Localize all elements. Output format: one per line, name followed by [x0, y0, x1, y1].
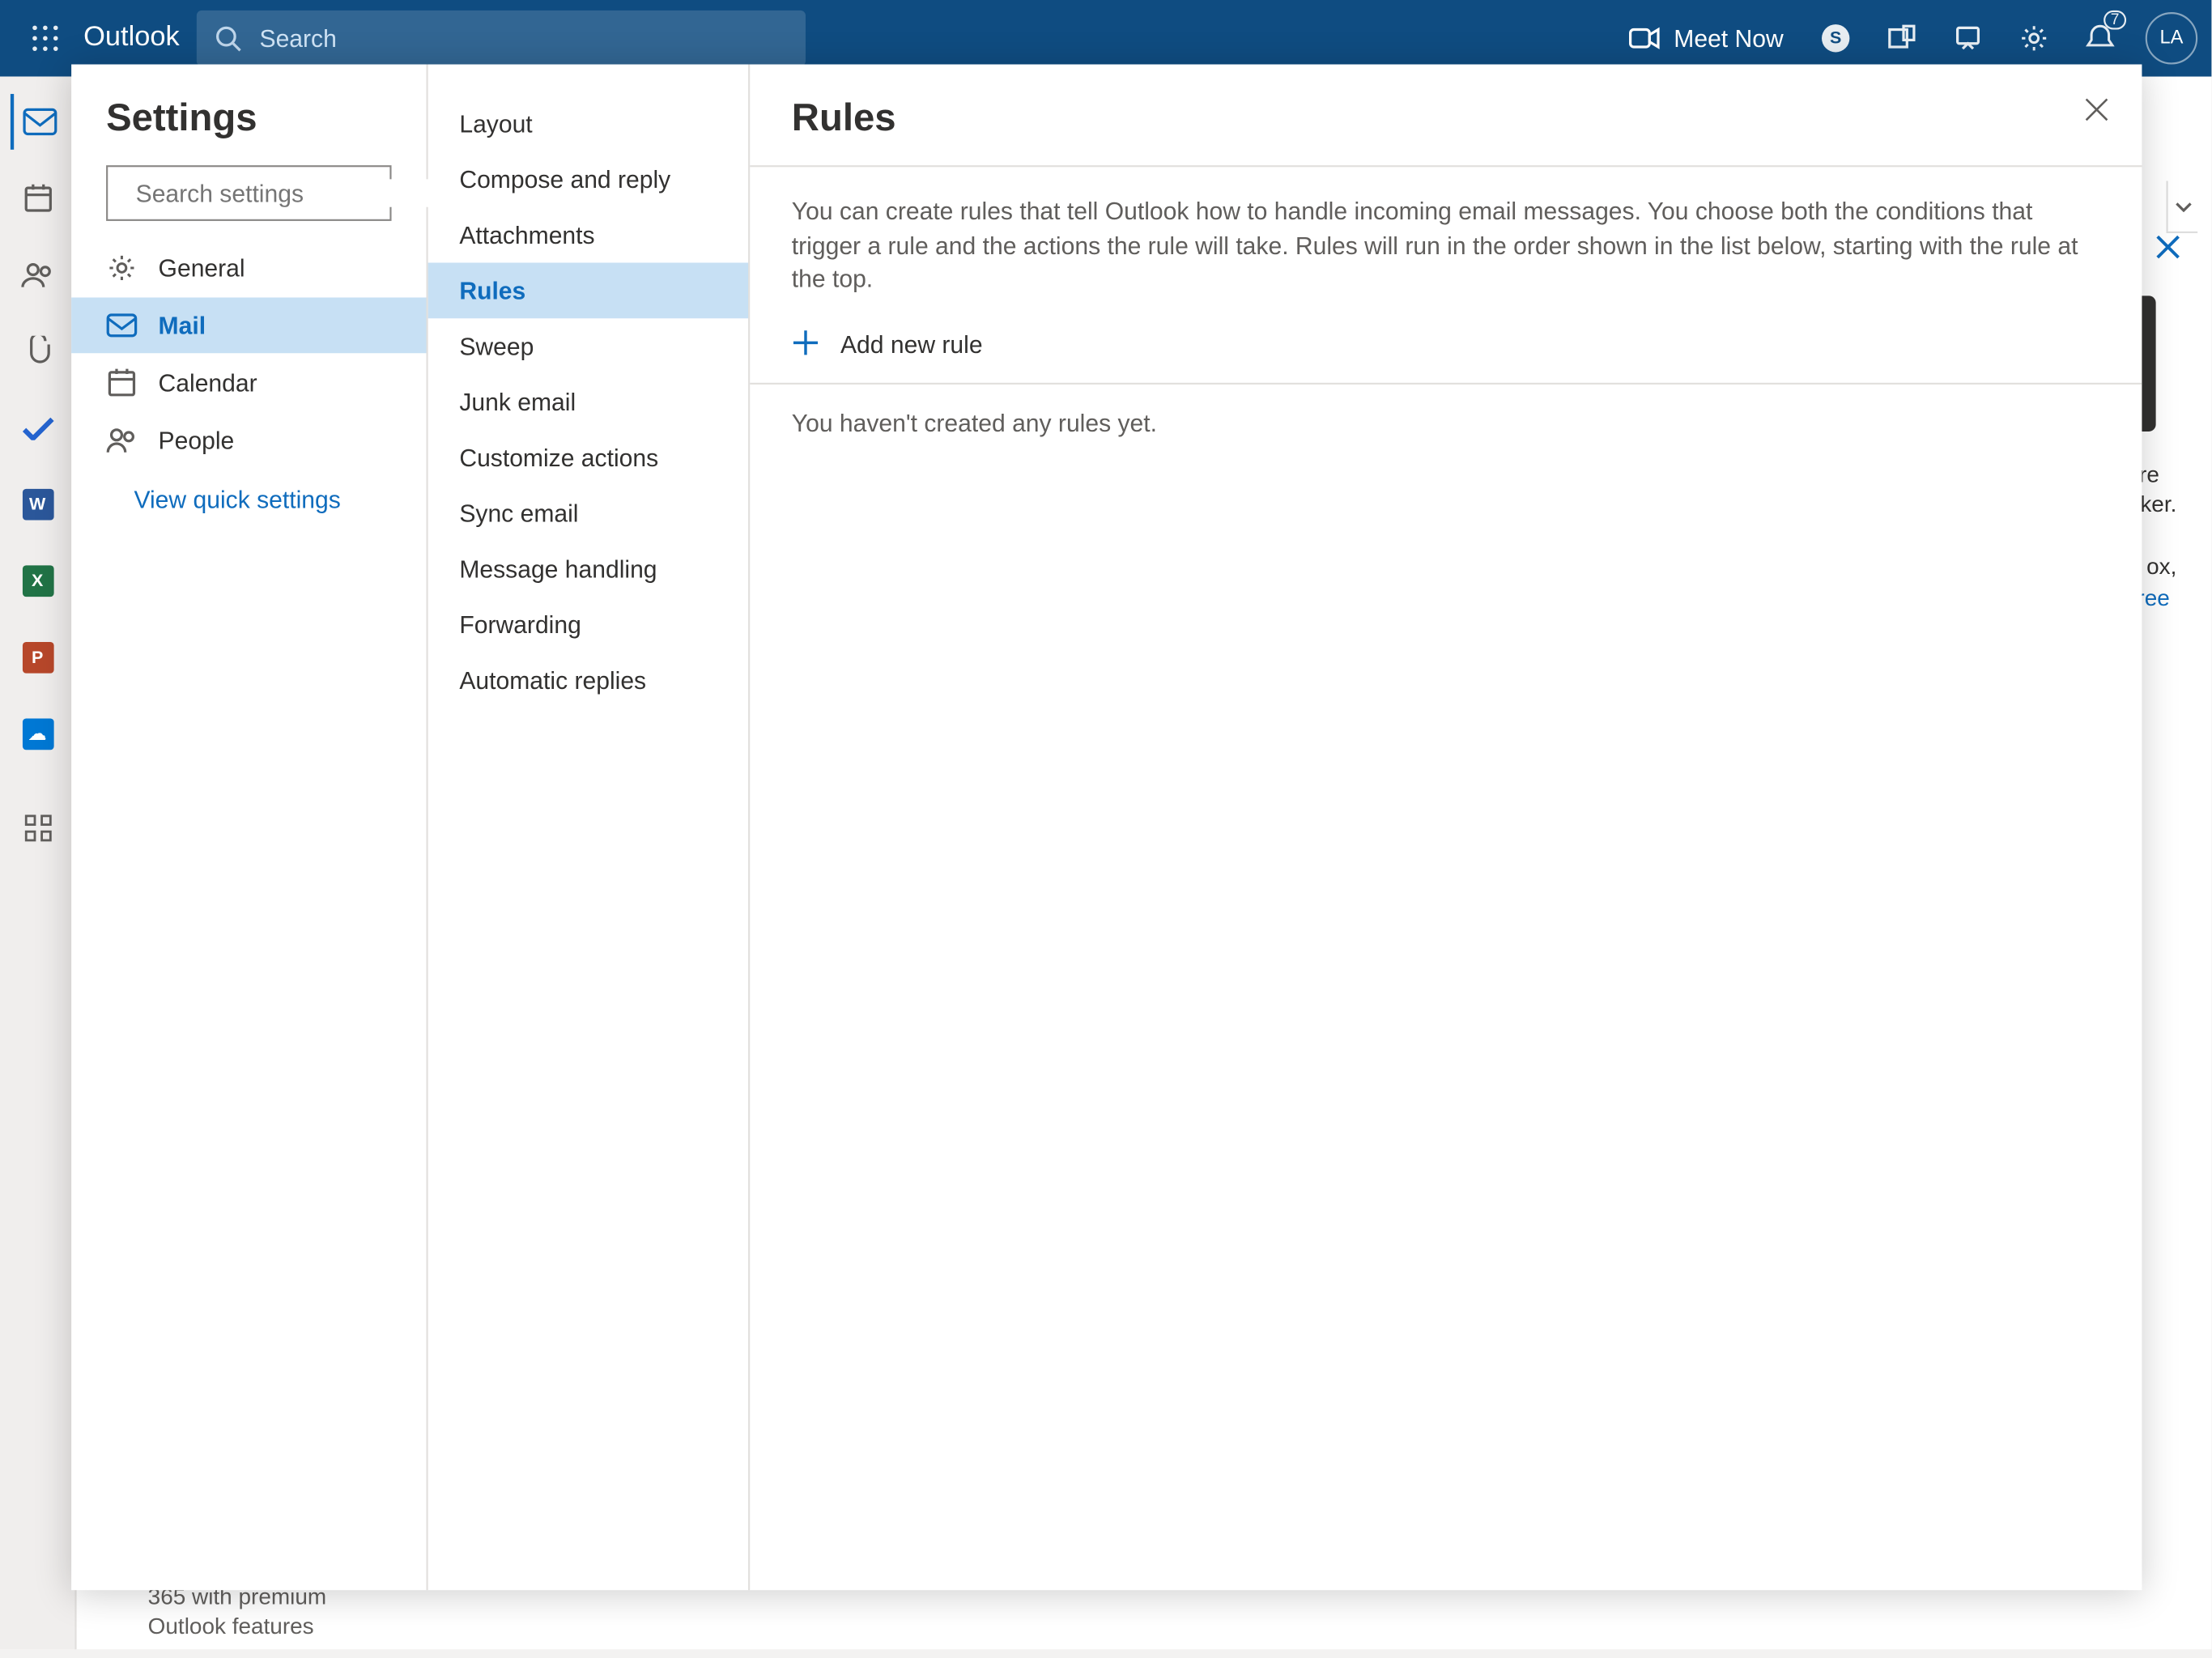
rail-mail-icon[interactable]	[10, 94, 66, 150]
subnav-attachments[interactable]: Attachments	[428, 207, 748, 263]
settings-search-field[interactable]	[136, 179, 451, 206]
svg-text:S: S	[1830, 28, 1841, 48]
tips-icon[interactable]	[1937, 7, 1999, 70]
bg-text-fragment: re	[2139, 461, 2159, 487]
gear-icon	[106, 253, 138, 284]
category-general[interactable]: General	[71, 238, 426, 297]
avatar[interactable]: LA	[2146, 12, 2197, 64]
category-label: Calendar	[159, 369, 257, 397]
subnav-compose-and-reply[interactable]: Compose and reply	[428, 151, 748, 207]
category-people[interactable]: People	[71, 412, 426, 468]
settings-search-input[interactable]	[106, 165, 391, 221]
brand-label: Outlook	[83, 23, 179, 54]
calendar-icon	[106, 367, 138, 398]
subnav-layout[interactable]: Layout	[428, 96, 748, 151]
rail-todo-icon[interactable]	[10, 400, 66, 456]
subnav-customize-actions[interactable]: Customize actions	[428, 430, 748, 486]
bg-dropdown-chevron-icon[interactable]	[2167, 181, 2198, 232]
category-label: General	[159, 254, 245, 282]
global-search-placeholder: Search	[260, 24, 337, 52]
subnav-automatic-replies[interactable]: Automatic replies	[428, 653, 748, 708]
settings-title: Settings	[71, 96, 426, 165]
bg-text-fragment: ox,	[2146, 553, 2176, 579]
avatar-initials: LA	[2159, 28, 2183, 49]
settings-subnav-pane: Layout Compose and reply Attachments Rul…	[428, 65, 751, 1591]
settings-modal: Settings General Mail Calendar People	[71, 65, 2142, 1591]
subnav-forwarding[interactable]: Forwarding	[428, 597, 748, 653]
notifications-count: 7	[2104, 11, 2126, 30]
app-rail: W X P ☁	[0, 77, 77, 1650]
settings-gear-icon[interactable]	[2002, 7, 2065, 70]
settings-close-button[interactable]	[2082, 96, 2110, 129]
teams-icon[interactable]	[1870, 7, 1933, 70]
category-label: People	[159, 427, 235, 454]
rail-onedrive-icon[interactable]: ☁	[10, 706, 66, 762]
bg-text-fragment: ker.	[2140, 491, 2176, 517]
rail-excel-icon[interactable]: X	[10, 553, 66, 609]
category-calendar[interactable]: Calendar	[71, 353, 426, 412]
close-icon	[2082, 96, 2110, 123]
meet-now-label: Meet Now	[1674, 24, 1783, 52]
bg-banner-close-icon[interactable]	[2156, 235, 2180, 265]
rail-people-icon[interactable]	[10, 247, 66, 303]
rail-powerpoint-icon[interactable]: P	[10, 630, 66, 686]
subnav-rules[interactable]: Rules	[428, 262, 748, 318]
add-new-rule-button[interactable]: Add new rule	[792, 318, 2100, 383]
rules-heading: Rules	[792, 96, 2100, 141]
search-icon	[215, 24, 242, 52]
bg-link-fragment[interactable]: ree	[2137, 585, 2169, 610]
subnav-sweep[interactable]: Sweep	[428, 318, 748, 374]
category-mail[interactable]: Mail	[71, 297, 426, 353]
settings-categories-pane: Settings General Mail Calendar People	[71, 65, 428, 1591]
rail-word-icon[interactable]: W	[10, 477, 66, 533]
notifications-icon[interactable]: 7	[2069, 7, 2131, 70]
add-new-rule-label: Add new rule	[840, 331, 983, 359]
rules-empty-state: You haven't created any rules yet.	[750, 382, 2142, 436]
rail-calendar-icon[interactable]	[10, 171, 66, 227]
mail-icon	[106, 313, 138, 338]
rules-description: You can create rules that tell Outlook h…	[792, 167, 2100, 317]
bg-upgrade-text-fragment: 365 with premium Outlook features	[148, 1584, 327, 1643]
category-label: Mail	[159, 312, 206, 339]
meet-now-button[interactable]: Meet Now	[1611, 24, 1801, 52]
rail-files-icon[interactable]	[10, 324, 66, 380]
people-icon	[106, 427, 138, 454]
subnav-message-handling[interactable]: Message handling	[428, 541, 748, 597]
app-launcher-icon[interactable]	[14, 7, 76, 70]
plus-icon	[792, 329, 819, 362]
view-quick-settings-link[interactable]: View quick settings	[71, 468, 426, 513]
settings-content-pane: Rules You can create rules that tell Out…	[750, 65, 2142, 1591]
subnav-sync-email[interactable]: Sync email	[428, 486, 748, 542]
global-search[interactable]: Search	[197, 11, 806, 66]
subnav-junk-email[interactable]: Junk email	[428, 374, 748, 430]
skype-icon[interactable]: S	[1805, 7, 1867, 70]
rail-more-apps-icon[interactable]	[10, 801, 66, 857]
camera-icon	[1628, 26, 1660, 50]
